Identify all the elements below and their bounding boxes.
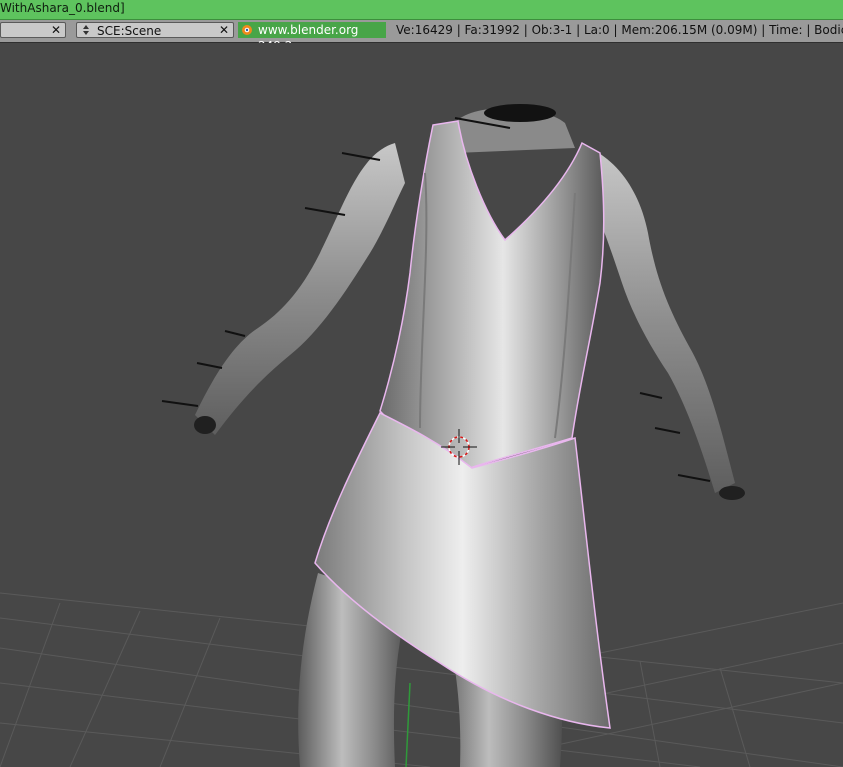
scene-selector-field[interactable]: SCE:Scene ✕ <box>76 22 234 38</box>
window-title: WithAshara_0.blend] <box>0 1 125 15</box>
blender-logo-icon <box>242 25 252 35</box>
right-arm <box>588 148 745 500</box>
screen-selector-field[interactable]: ✕ <box>0 22 66 38</box>
left-arm <box>194 143 405 435</box>
bodice <box>379 120 605 469</box>
viewport-scene[interactable] <box>0 43 843 767</box>
close-icon: ✕ <box>50 23 62 37</box>
up-down-arrows-icon[interactable] <box>80 24 92 36</box>
scene-statistics: Ve:16429 | Fa:31992 | Ob:3-1 | La:0 | Me… <box>396 23 843 37</box>
3d-viewport[interactable] <box>0 43 843 767</box>
close-icon: ✕ <box>218 23 230 37</box>
y-axis-line <box>405 682 411 767</box>
neck-opening <box>484 104 556 122</box>
close-screen-button[interactable]: ✕ <box>49 23 63 37</box>
info-header: ✕ SCE:Scene ✕ www.blender.org 249.2 Ve:1… <box>0 20 843 53</box>
close-scene-button[interactable]: ✕ <box>217 23 231 37</box>
window-title-bar[interactable]: WithAshara_0.blend] <box>0 0 843 20</box>
blender-site-link[interactable]: www.blender.org 249.2 <box>238 22 386 53</box>
scene-name: SCE:Scene <box>97 24 162 38</box>
